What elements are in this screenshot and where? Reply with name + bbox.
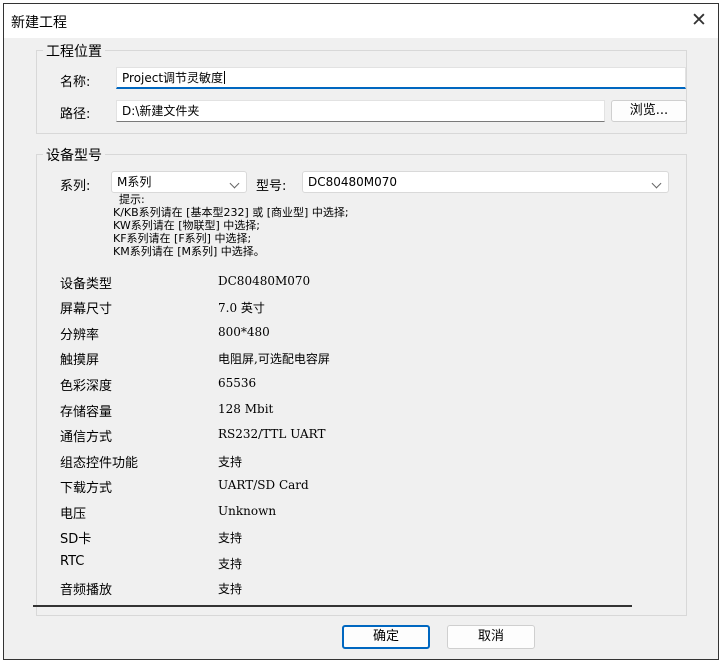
model-label: 型号: bbox=[256, 179, 287, 194]
spec-row: 触摸屏 电阻屏,可选配电容屏 bbox=[33, 347, 632, 370]
cancel-button[interactable]: 取消 bbox=[447, 625, 535, 649]
hint-line: K/KB系列请在 [基本型232] 或 [商业型] 中选择; bbox=[113, 206, 349, 219]
device-spec-table: 设备类型 DC80480M070 屏幕尺寸 7.0 英寸 分辨率 800*480 触摸… bbox=[33, 269, 632, 607]
spec-name: 组态控件功能 bbox=[60, 456, 139, 471]
spec-value: 支持 bbox=[218, 455, 243, 469]
name-label: 名称: bbox=[60, 75, 91, 90]
spec-value: 电阻屏,可选配电容屏 bbox=[218, 352, 330, 366]
hint-title: 提示: bbox=[119, 193, 145, 206]
spec-value: 支持 bbox=[218, 531, 243, 545]
spec-row: 屏幕尺寸 7.0 英寸 bbox=[33, 296, 632, 319]
project-location-legend: 工程位置 bbox=[43, 41, 105, 61]
spec-row: 存储容量 128 Mbit bbox=[33, 399, 632, 422]
text-caret bbox=[224, 71, 226, 84]
spec-name: 电压 bbox=[60, 507, 87, 522]
spec-value: 7.0 英寸 bbox=[218, 301, 265, 315]
new-project-dialog: 新建工程 ✕ 工程位置 名称: Project调节灵敏度 路径: D:\新建文件… bbox=[3, 3, 719, 660]
title-bar: 新建工程 ✕ bbox=[4, 4, 718, 38]
spec-name: SD卡 bbox=[60, 532, 92, 547]
spec-value: DC80480M070 bbox=[218, 274, 311, 288]
spec-value: 支持 bbox=[218, 557, 243, 571]
hint-line: KW系列请在 [物联型] 中选择; bbox=[113, 219, 260, 232]
series-select[interactable]: M系列 bbox=[111, 171, 247, 193]
spec-row: 组态控件功能 支持 bbox=[33, 450, 632, 473]
spec-name: 存储容量 bbox=[60, 405, 113, 420]
spec-name: RTC bbox=[60, 554, 85, 569]
spec-value: UART/SD Card bbox=[218, 478, 309, 492]
spec-name: 下载方式 bbox=[60, 481, 113, 496]
spec-row: 音频播放 支持 bbox=[33, 577, 632, 600]
hint-line: KM系列请在 [M系列] 中选择。 bbox=[113, 245, 265, 258]
spec-value: 800*480 bbox=[218, 325, 270, 339]
ok-button[interactable]: 确定 bbox=[342, 625, 430, 649]
spec-row: RTC 支持 bbox=[33, 552, 632, 575]
spec-value: 支持 bbox=[218, 582, 243, 596]
spec-row: 电压 Unknown bbox=[33, 501, 632, 524]
chevron-down-icon bbox=[651, 178, 662, 189]
spec-value: 65536 bbox=[218, 376, 257, 390]
spec-name: 通信方式 bbox=[60, 430, 113, 445]
spec-name: 设备类型 bbox=[60, 277, 113, 292]
spec-row: 通信方式 RS232/TTL UART bbox=[33, 424, 632, 447]
model-select[interactable]: DC80480M070 bbox=[302, 171, 669, 193]
spec-name: 触摸屏 bbox=[60, 353, 100, 368]
spec-row: SD卡 支持 bbox=[33, 526, 632, 549]
path-input[interactable]: D:\新建文件夹 bbox=[116, 100, 605, 122]
hint-block: 提示: K/KB系列请在 [基本型232] 或 [商业型] 中选择; KW系列请… bbox=[83, 193, 349, 258]
hint-line: KF系列请在 [F系列] 中选择; bbox=[113, 232, 252, 245]
spec-value: RS232/TTL UART bbox=[218, 427, 326, 441]
chevron-down-icon bbox=[229, 178, 240, 189]
spec-row: 分辨率 800*480 bbox=[33, 322, 632, 345]
window-title: 新建工程 bbox=[11, 15, 67, 31]
name-input[interactable]: Project调节灵敏度 bbox=[116, 67, 686, 89]
spec-value: Unknown bbox=[218, 504, 277, 518]
series-select-value: M系列 bbox=[117, 175, 152, 189]
path-label: 路径: bbox=[60, 107, 91, 122]
spec-name: 分辨率 bbox=[60, 328, 100, 343]
spec-name: 音频播放 bbox=[60, 583, 113, 598]
name-input-value: Project调节灵敏度 bbox=[122, 71, 224, 85]
device-model-legend: 设备型号 bbox=[43, 145, 105, 165]
spec-value: 128 Mbit bbox=[218, 402, 274, 416]
spec-row: 下载方式 UART/SD Card bbox=[33, 475, 632, 498]
spec-row: 色彩深度 65536 bbox=[33, 373, 632, 396]
close-icon[interactable]: ✕ bbox=[688, 9, 710, 31]
series-label: 系列: bbox=[60, 179, 91, 194]
model-select-value: DC80480M070 bbox=[308, 175, 398, 189]
spec-name: 屏幕尺寸 bbox=[60, 302, 113, 317]
browse-button[interactable]: 浏览... bbox=[611, 100, 687, 122]
spec-row: 设备类型 DC80480M070 bbox=[33, 271, 632, 294]
spec-name: 色彩深度 bbox=[60, 379, 113, 394]
path-input-value: D:\新建文件夹 bbox=[122, 104, 200, 118]
